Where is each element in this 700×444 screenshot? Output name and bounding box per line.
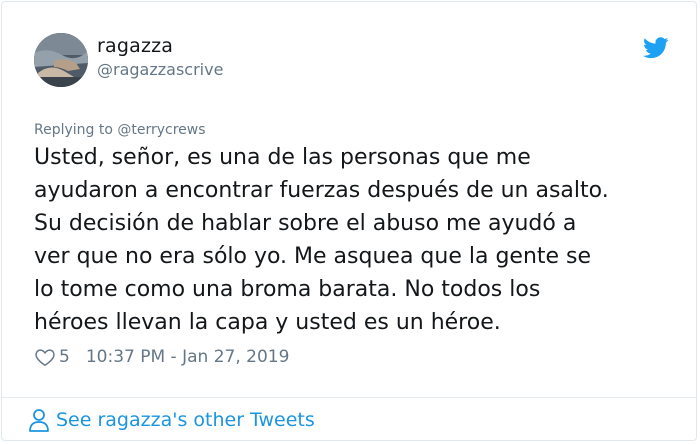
twitter-bird-icon[interactable] (643, 37, 669, 59)
like-count[interactable]: 5 (59, 347, 70, 367)
tweet-text: Usted, señor, es una de las personas que… (34, 145, 609, 335)
embedded-tweet-card: ragazza @ragazzascrive Replying to @terr… (1, 1, 697, 441)
see-other-tweets-link[interactable]: See ragazza's other Tweets (28, 408, 315, 432)
replying-to-label[interactable]: Replying to @terrycrews (34, 122, 206, 138)
display-name[interactable]: ragazza (97, 35, 173, 57)
user-handle[interactable]: @ragazzascrive (97, 60, 223, 79)
divider (2, 397, 696, 398)
person-icon (29, 409, 49, 432)
tweet-meta: 5 10:37 PM - Jan 27, 2019 (34, 345, 289, 369)
tweet-timestamp[interactable]: 10:37 PM - Jan 27, 2019 (86, 347, 290, 367)
see-other-tweets-label[interactable]: See ragazza's other Tweets (56, 409, 315, 431)
heart-icon[interactable] (34, 346, 56, 368)
avatar-photo (34, 33, 88, 87)
avatar[interactable] (34, 33, 88, 87)
